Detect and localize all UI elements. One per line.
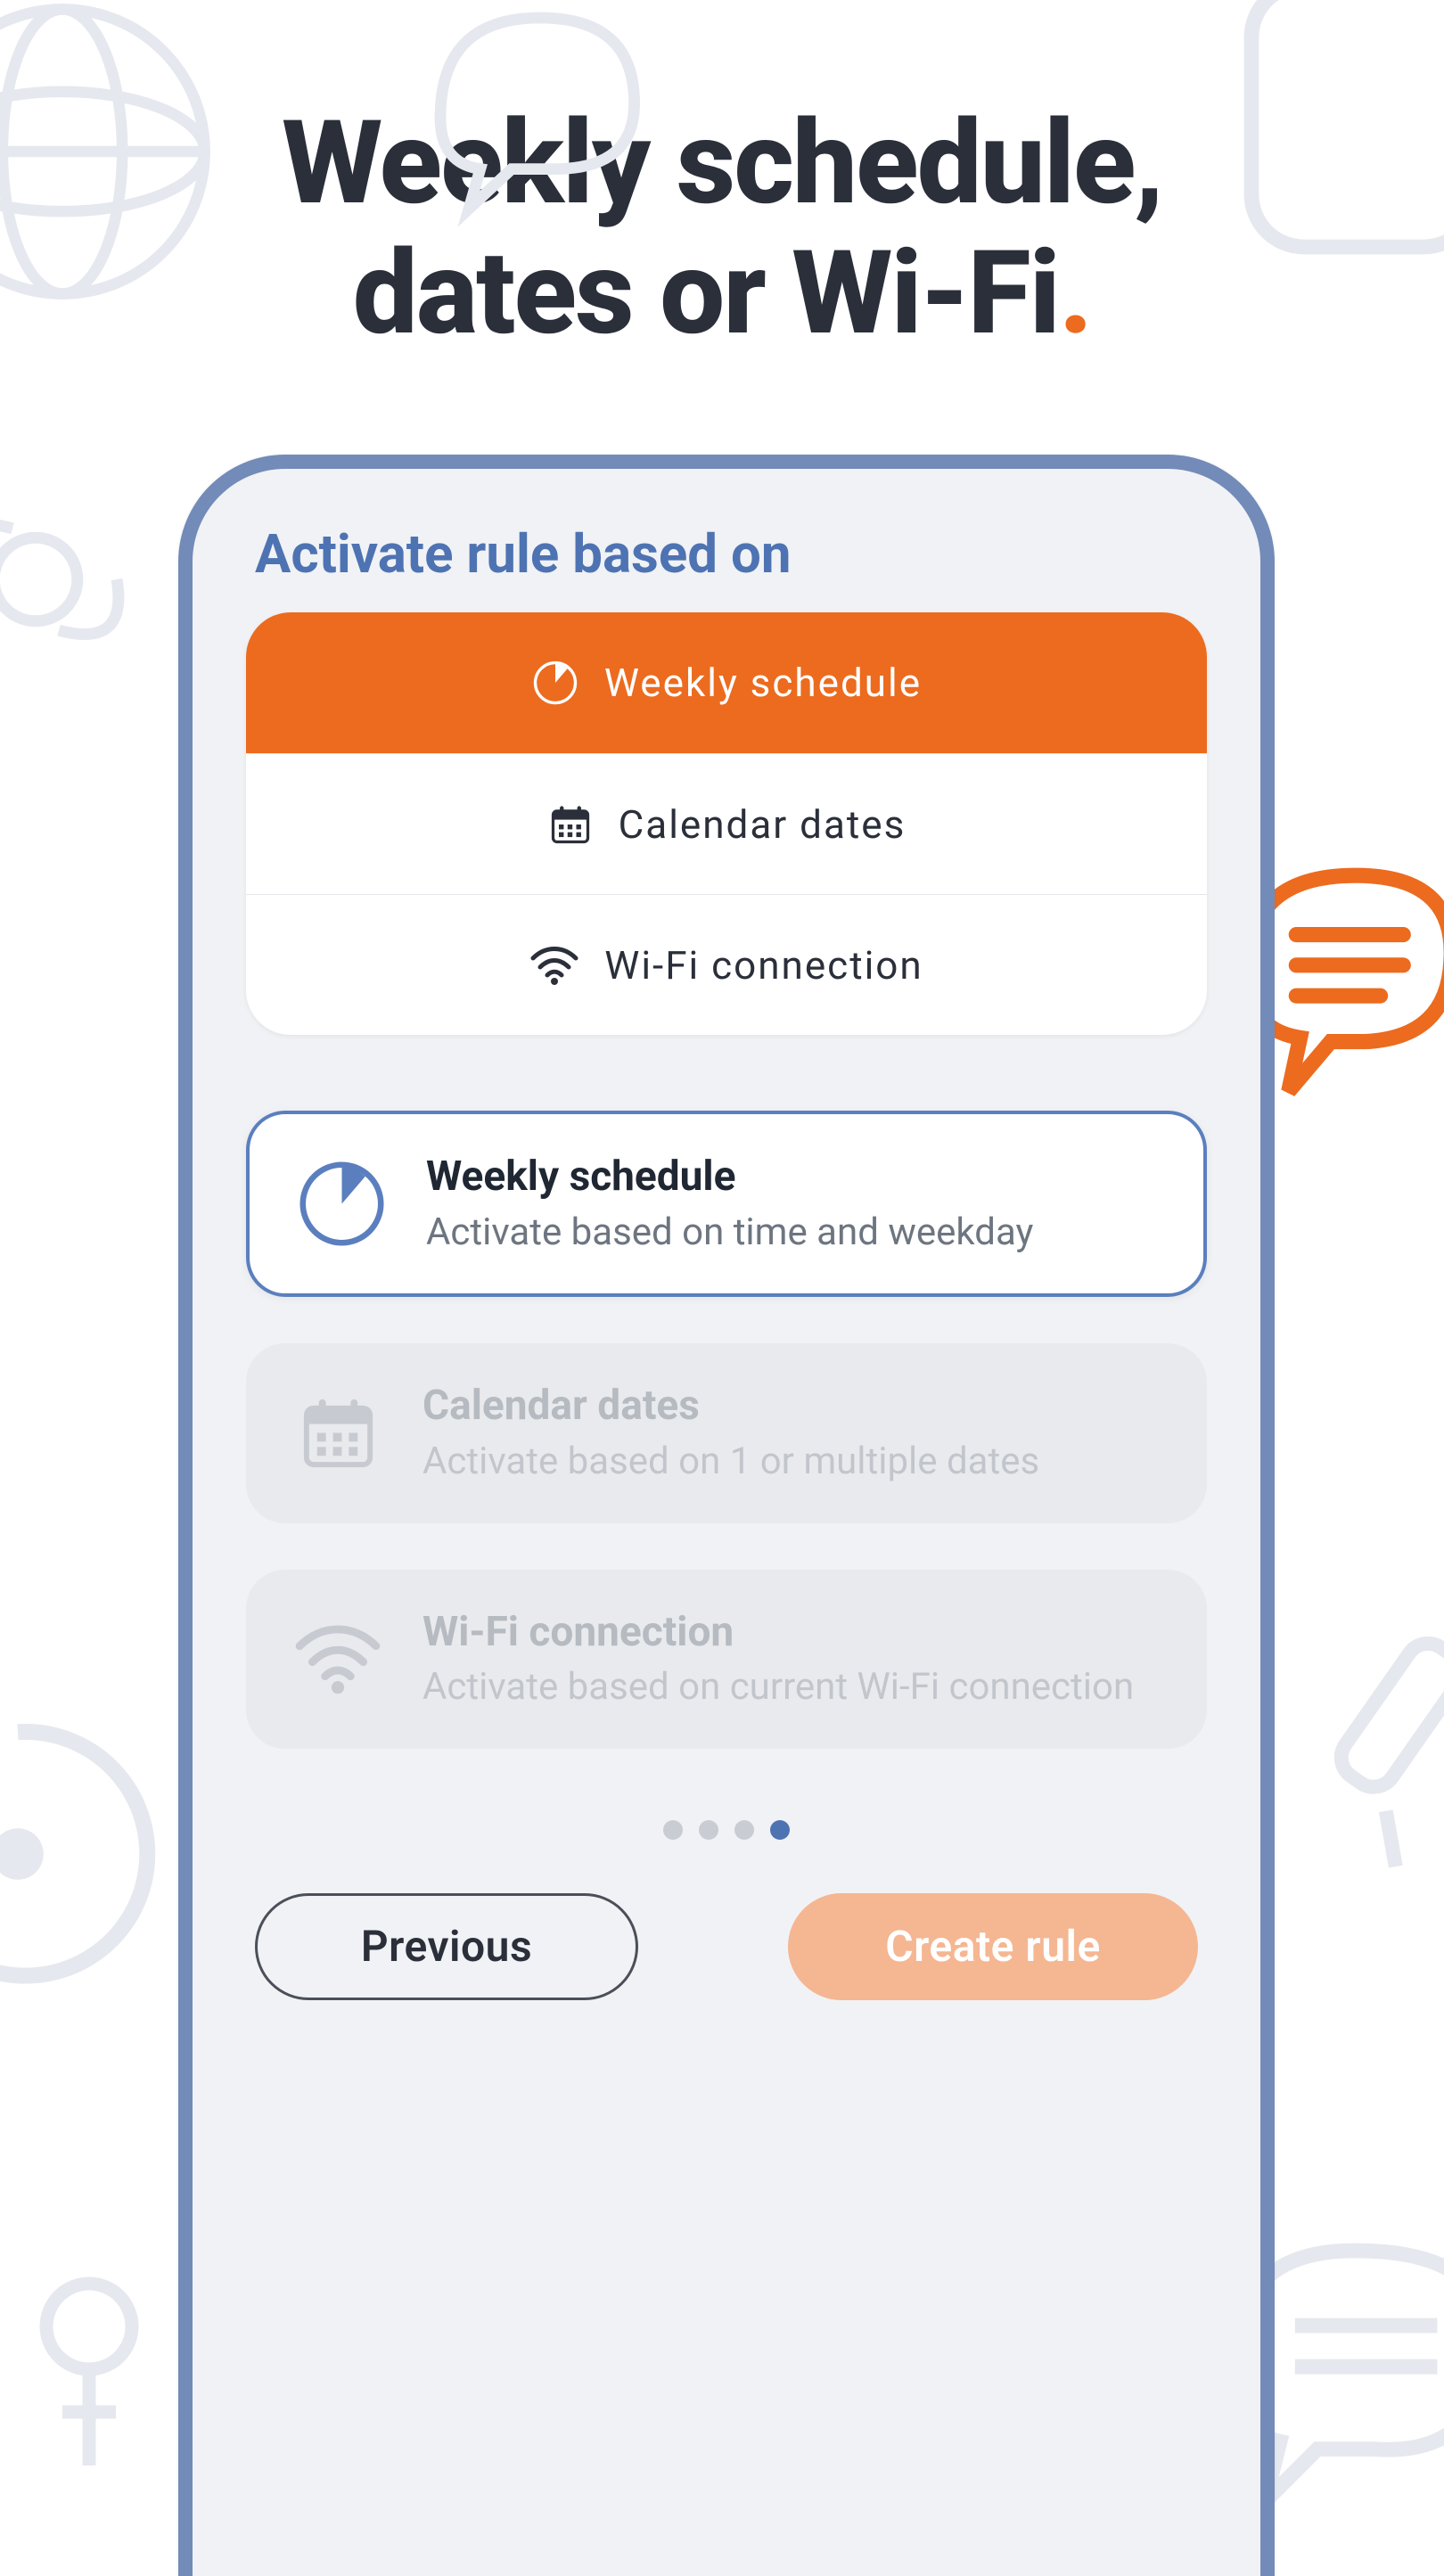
segment-label: Wi-Fi connection	[604, 942, 923, 989]
card-wifi-connection[interactable]: Wi-Fi connection Activate based on curre…	[246, 1570, 1207, 1749]
segment-calendar-dates[interactable]: Calendar dates	[246, 753, 1207, 894]
pager-dot	[699, 1820, 718, 1840]
previous-button[interactable]: Previous	[255, 1893, 638, 2000]
card-title: Weekly schedule	[426, 1152, 1161, 1203]
card-calendar-dates[interactable]: Calendar dates Activate based on 1 or mu…	[246, 1343, 1207, 1522]
card-title: Wi-Fi connection	[423, 1607, 1164, 1659]
segment-weekly-schedule[interactable]: Weekly schedule	[246, 612, 1207, 753]
section-title: Activate rule based on	[255, 522, 1207, 586]
button-label: Previous	[361, 1921, 532, 1972]
calendar-icon	[289, 1391, 387, 1475]
clock-icon	[531, 659, 579, 707]
segment-wifi-connection[interactable]: Wi-Fi connection	[246, 894, 1207, 1035]
wifi-icon	[529, 946, 579, 985]
card-description: Activate based on 1 or multiple dates	[423, 1438, 1164, 1486]
phone-frame: Activate rule based on Weekly schedule	[178, 455, 1275, 2576]
segment-label: Weekly schedule	[604, 660, 922, 706]
clock-icon	[292, 1157, 390, 1251]
page-indicator	[246, 1820, 1207, 1840]
calendar-icon	[547, 801, 594, 848]
card-description: Activate based on time and weekday	[426, 1209, 1161, 1257]
card-weekly-schedule[interactable]: Weekly schedule Activate based on time a…	[246, 1111, 1207, 1297]
card-title: Calendar dates	[423, 1381, 1164, 1432]
button-label: Create rule	[885, 1921, 1101, 1972]
pager-dot	[663, 1820, 683, 1840]
pager-dot	[734, 1820, 754, 1840]
create-rule-button[interactable]: Create rule	[788, 1893, 1198, 2000]
wifi-icon	[289, 1623, 387, 1694]
segmented-control: Weekly schedule	[246, 612, 1207, 1035]
card-description: Activate based on current Wi-Fi connecti…	[423, 1663, 1164, 1711]
footer-buttons: Previous Create rule	[246, 1893, 1207, 2000]
pager-dot-active	[770, 1820, 790, 1840]
segment-label: Calendar dates	[619, 801, 907, 848]
